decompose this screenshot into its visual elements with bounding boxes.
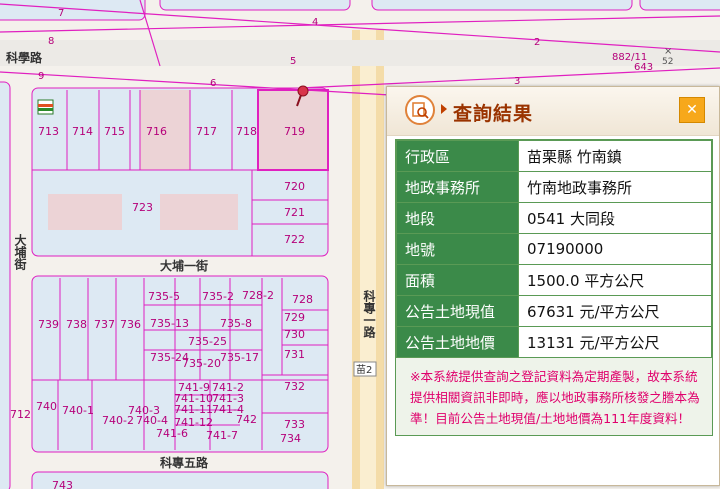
parcel-label: 734 <box>280 432 301 445</box>
parcel-label: 718 <box>236 125 257 138</box>
parcel-label: 735-2 <box>202 290 234 303</box>
parcel-label: 715 <box>104 125 125 138</box>
table-row: 地號 07190000 <box>396 233 712 265</box>
parcel-label: 743 <box>52 479 73 489</box>
table-row: 行政區 苗栗縣 竹南鎮 <box>396 140 712 172</box>
row-value: 13131 元/平方公尺 <box>518 326 712 358</box>
table-row: 地政事務所 竹南地政事務所 <box>396 171 712 203</box>
ref-label: 643 <box>634 62 653 73</box>
row-value: 67631 元/平方公尺 <box>518 295 712 327</box>
search-document-icon <box>405 95 435 125</box>
table-row: 面積 1500.0 平方公尺 <box>396 264 712 296</box>
parcel-label: 737 <box>94 318 115 331</box>
parcel-label: 735-8 <box>220 317 252 330</box>
row-key: 地號 <box>396 233 519 265</box>
row-key: 地段 <box>396 202 519 234</box>
ref-mark: × <box>664 46 672 57</box>
query-result-panel: 查詢結果 ✕ 行政區 苗栗縣 竹南鎮 地政事務所 竹南地政事務所 地段 0541 大同… <box>386 86 720 486</box>
table-row: 公告土地地價 13131 元/平方公尺 <box>396 326 712 358</box>
parcel-label: 735-17 <box>220 351 259 364</box>
line-label: 5 <box>290 56 296 67</box>
row-value: 1500.0 平方公尺 <box>518 264 712 296</box>
parcel-label: 728 <box>292 293 313 306</box>
row-key: 面積 <box>396 264 519 296</box>
row-value: 0541 大同段 <box>518 202 712 234</box>
parcel-label: 740 <box>36 400 57 413</box>
row-value: 07190000 <box>518 233 712 265</box>
parcel-label: 722 <box>284 233 305 246</box>
road-label-kezhuan-5th: 科專五路 <box>160 455 209 470</box>
convenience-store-icon <box>37 99 54 115</box>
parcel-label: 740-1 <box>62 404 94 417</box>
row-key: 地政事務所 <box>396 171 519 203</box>
parcel-label: 723 <box>132 201 153 214</box>
row-value: 苗栗縣 竹南鎮 <box>518 140 712 172</box>
parcel-label: 733 <box>284 418 305 431</box>
parcel-label: 740-4 <box>136 414 168 427</box>
parcel-label: 741-6 <box>156 427 188 440</box>
table-row: 公告土地現值 67631 元/平方公尺 <box>396 295 712 327</box>
parcel-label: 719 <box>284 125 305 138</box>
road-label-miao2: 苗2 <box>356 364 372 376</box>
row-key: 公告土地地價 <box>396 326 519 358</box>
parcel-label: 735-20 <box>182 357 221 370</box>
parcel-label: 735-25 <box>188 335 227 348</box>
result-table: 行政區 苗栗縣 竹南鎮 地政事務所 竹南地政事務所 地段 0541 大同段 地號 071… <box>396 140 712 358</box>
road-label-kexue: 科學路 <box>6 50 43 65</box>
line-label: 4 <box>312 17 318 28</box>
parcel-label: 717 <box>196 125 217 138</box>
ref-label: 52 <box>662 57 673 67</box>
line-label: 9 <box>38 71 44 82</box>
parcel-label: 738 <box>66 318 87 331</box>
parcel-label: 714 <box>72 125 93 138</box>
data-notice: ※本系統提供查詢之登記資料為定期產製，故本系統提供相關資訊非即時，應以地政事務所… <box>396 358 712 435</box>
road-label-dapu-st: 大埔街 <box>13 233 27 271</box>
road-label-kezhuan-1st: 科專一路 <box>362 289 376 339</box>
block-713-723 <box>31 87 329 257</box>
parcel-label: 742 <box>236 413 257 426</box>
parcel-label: 730 <box>284 328 305 341</box>
row-key: 行政區 <box>396 140 519 172</box>
parcel-label: 712 <box>10 408 31 421</box>
parcel-label: 741-7 <box>206 429 238 442</box>
parcel-label: 735-5 <box>148 290 180 303</box>
parcel-label: 728-2 <box>242 289 274 302</box>
panel-title: 查詢結果 <box>453 103 534 125</box>
parcel-label: 716 <box>146 125 167 138</box>
parcel-label: 736 <box>120 318 141 331</box>
road-label-dapu-1st: 大埔一街 <box>160 258 208 273</box>
parcel-label: 735-13 <box>150 317 189 330</box>
panel-header: 查詢結果 ✕ <box>387 87 719 136</box>
parcel-label: 732 <box>284 380 305 393</box>
parcel-label: 720 <box>284 180 305 193</box>
result-table-container: 行政區 苗栗縣 竹南鎮 地政事務所 竹南地政事務所 地段 0541 大同段 地號 071… <box>395 139 713 436</box>
row-key: 公告土地現值 <box>396 295 519 327</box>
title-arrow-icon <box>441 104 447 114</box>
parcel-label: 713 <box>38 125 59 138</box>
parcel-label: 729 <box>284 311 305 324</box>
line-label: 6 <box>210 78 216 89</box>
parcel-label: 721 <box>284 206 305 219</box>
line-label: 7 <box>58 8 64 19</box>
line-label: 2 <box>534 37 540 48</box>
parcel-label: 739 <box>38 318 59 331</box>
parcel-label: 741-11 <box>174 403 213 416</box>
table-row: 地段 0541 大同段 <box>396 202 712 234</box>
parcel-label: 731 <box>284 348 305 361</box>
close-button[interactable]: ✕ <box>679 97 705 123</box>
line-label: 8 <box>48 36 54 47</box>
row-value: 竹南地政事務所 <box>518 171 712 203</box>
